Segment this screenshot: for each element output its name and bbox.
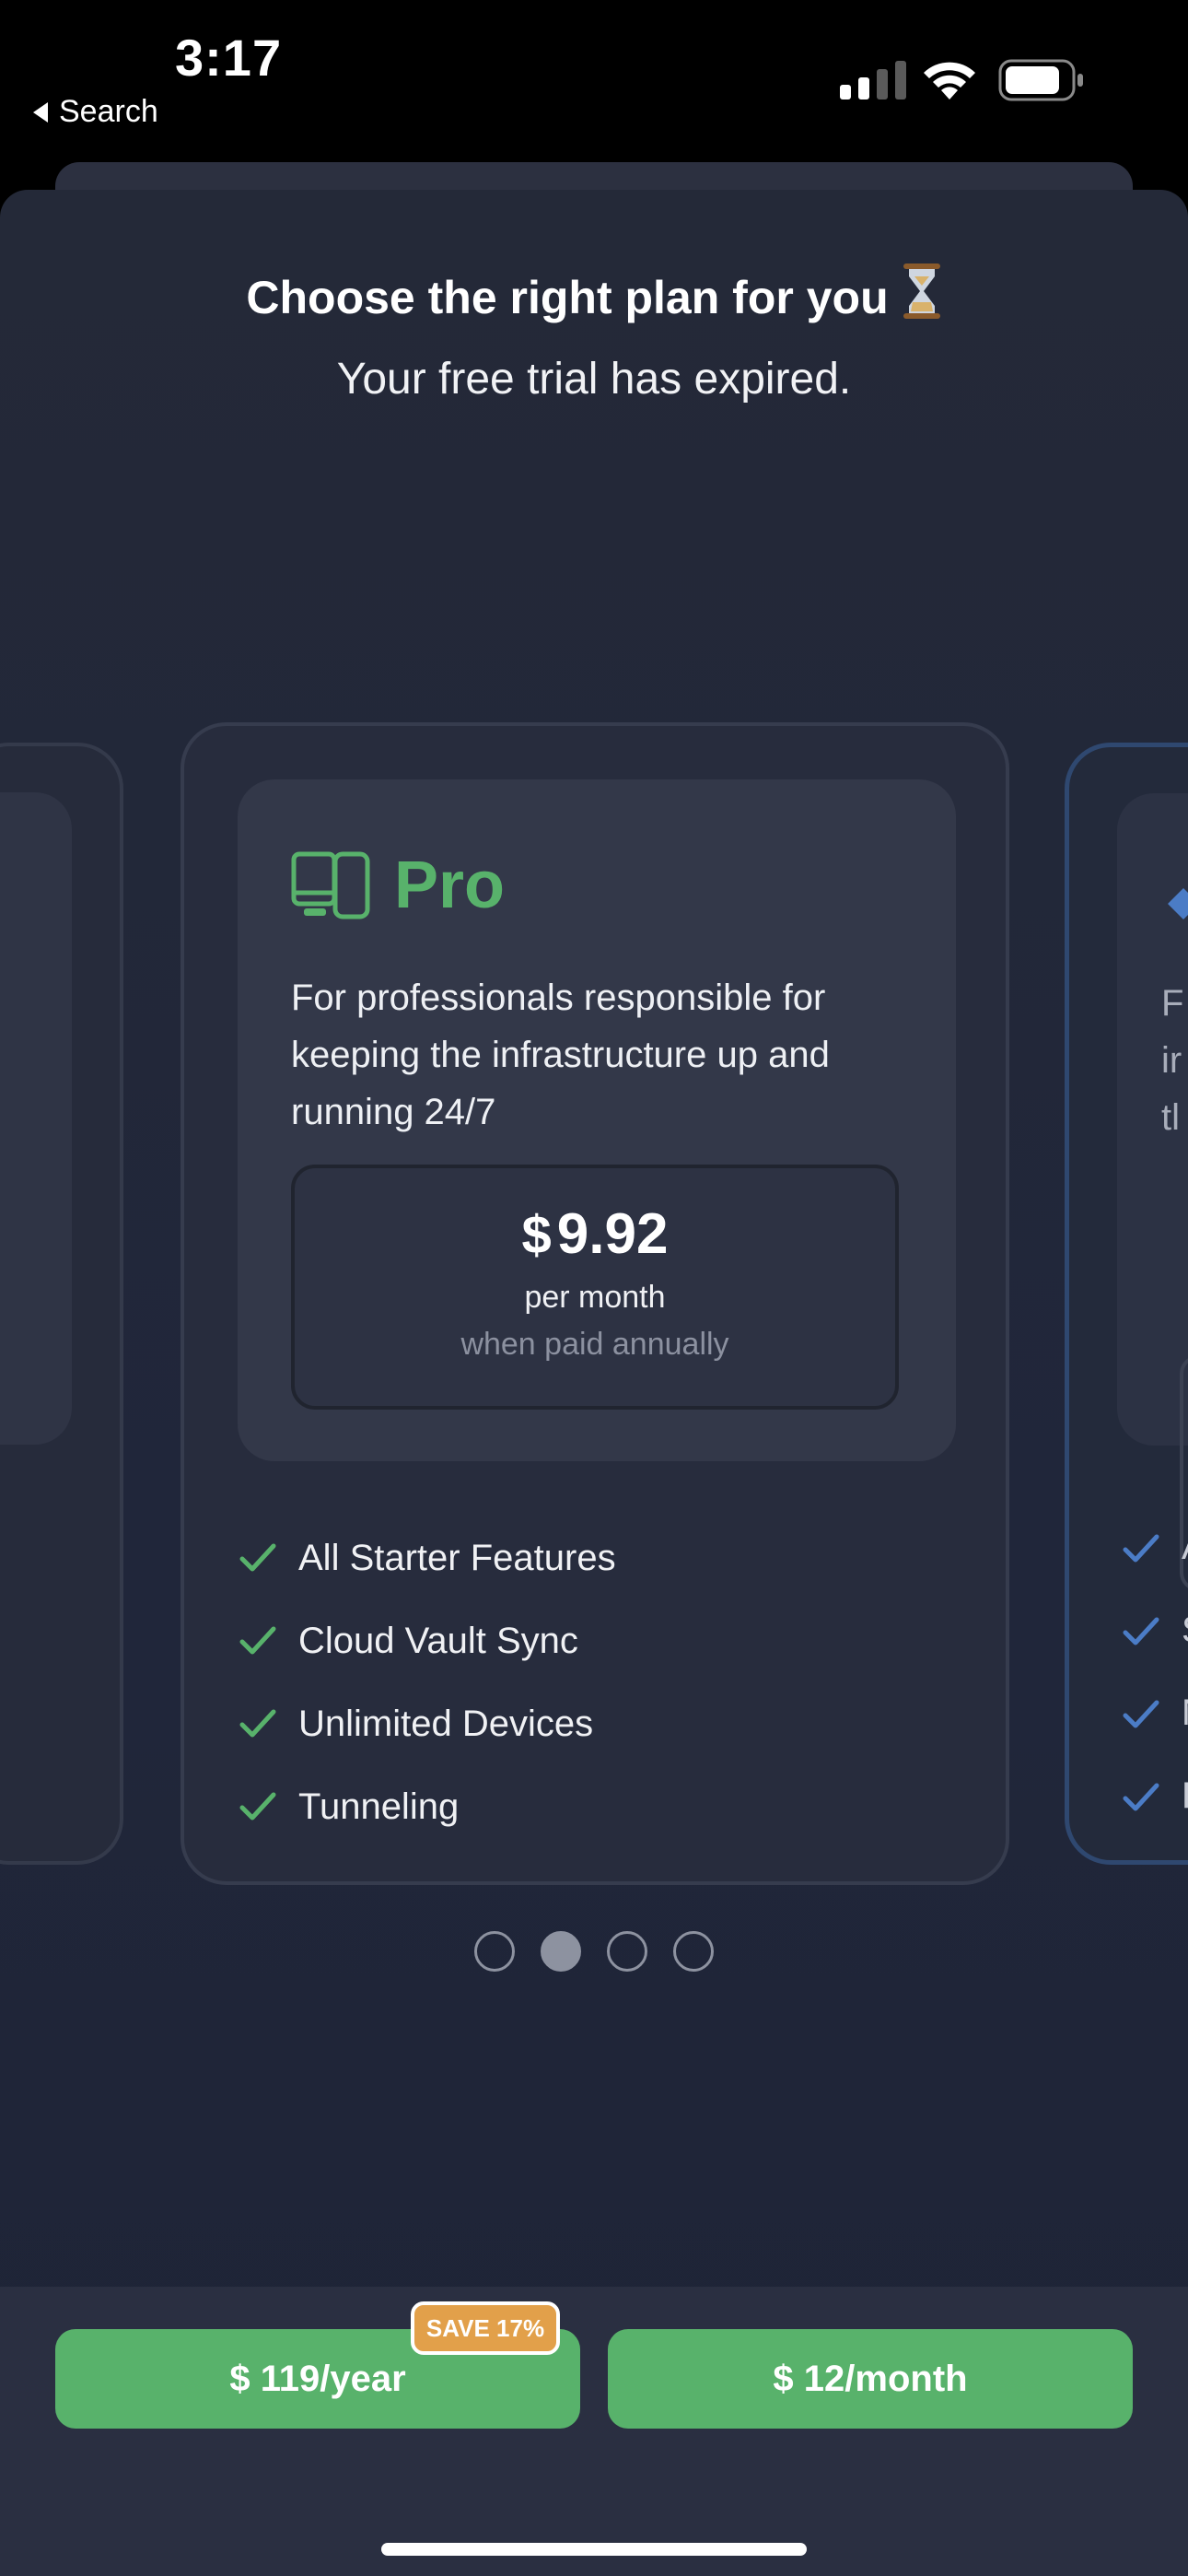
back-label: Search bbox=[59, 94, 158, 129]
check-icon bbox=[239, 1792, 276, 1821]
status-time: 3:17 bbox=[175, 29, 283, 87]
next-plan-feature-3: N bbox=[1182, 1692, 1188, 1734]
battery-icon bbox=[998, 59, 1083, 101]
save-badge: SAVE 17% bbox=[411, 2301, 560, 2355]
list-item: All Starter Features bbox=[239, 1516, 616, 1599]
check-icon bbox=[1123, 1617, 1159, 1645]
check-icon bbox=[239, 1626, 276, 1655]
page-dot-4[interactable] bbox=[673, 1931, 714, 1972]
list-item: Tunneling bbox=[239, 1765, 616, 1848]
plan-summary-panel: Pro For professionals responsible for ke… bbox=[238, 779, 956, 1461]
next-plan-desc-line-2: ir bbox=[1161, 1040, 1182, 1081]
page-indicator bbox=[0, 1931, 1188, 1972]
check-icon bbox=[1123, 1534, 1159, 1563]
plan-header: Pro bbox=[291, 848, 505, 923]
buy-monthly-button[interactable]: $ 12/month bbox=[608, 2329, 1133, 2429]
back-arrow-icon bbox=[33, 101, 48, 123]
paywall-sheet: Choose the right plan for you Your free … bbox=[0, 190, 1188, 2576]
check-icon bbox=[239, 1709, 276, 1738]
feature-label: Unlimited Devices bbox=[298, 1703, 594, 1744]
page-title: Choose the right plan for you bbox=[0, 263, 1188, 324]
price-box: $9.92 per month when paid annually bbox=[291, 1165, 899, 1410]
plan-name: Pro bbox=[394, 849, 506, 922]
feature-list: All Starter Features Cloud Vault Sync Un… bbox=[239, 1516, 616, 1848]
cellular-signal-icon bbox=[840, 61, 906, 100]
next-plan-feature-4: F bbox=[1182, 1775, 1188, 1817]
next-plan-card[interactable]: F ir tl A S N F bbox=[1065, 743, 1188, 1865]
check-icon bbox=[239, 1543, 276, 1572]
price-amount: 9.92 bbox=[556, 1202, 669, 1266]
next-plan-feature-1: A bbox=[1182, 1527, 1188, 1568]
hourglass-icon bbox=[903, 263, 940, 319]
plan-price: $9.92 bbox=[295, 1201, 895, 1267]
feature-label: All Starter Features bbox=[298, 1537, 616, 1578]
trial-expired-subtitle: Your free trial has expired. bbox=[336, 355, 852, 404]
purchase-bar: $ 119/year $ 12/month SAVE 17% bbox=[0, 2287, 1188, 2576]
wifi-icon bbox=[924, 62, 975, 100]
next-plan-desc-line-3: tl bbox=[1161, 1097, 1180, 1138]
plan-description: For professionals responsible for keepin… bbox=[291, 978, 830, 1132]
feature-label: Tunneling bbox=[298, 1786, 460, 1827]
next-plan-feature-2: S bbox=[1182, 1610, 1188, 1651]
list-item: Cloud Vault Sync bbox=[239, 1599, 616, 1682]
page-dot-1[interactable] bbox=[474, 1931, 515, 1972]
page-dot-3[interactable] bbox=[607, 1931, 647, 1972]
list-item: Unlimited Devices bbox=[239, 1682, 616, 1765]
previous-plan-card-top bbox=[0, 792, 72, 1445]
devices-icon bbox=[291, 851, 370, 919]
home-indicator[interactable] bbox=[381, 2543, 807, 2556]
page-dot-2[interactable] bbox=[541, 1931, 581, 1972]
next-plan-desc-line-1: F bbox=[1161, 983, 1184, 1024]
check-icon bbox=[1123, 1700, 1159, 1728]
check-icon bbox=[1123, 1783, 1159, 1811]
pro-plan-card[interactable]: Pro For professionals responsible for ke… bbox=[181, 722, 1009, 1885]
currency-symbol: $ bbox=[521, 1205, 552, 1265]
back-to-search-link[interactable]: Search bbox=[33, 94, 158, 130]
billing-note: when paid annually bbox=[460, 1327, 729, 1362]
previous-plan-card[interactable] bbox=[0, 743, 123, 1865]
feature-label: Cloud Vault Sync bbox=[298, 1620, 578, 1661]
status-bar: 3:17 Search bbox=[0, 0, 1188, 184]
price-period: per month bbox=[524, 1280, 666, 1315]
